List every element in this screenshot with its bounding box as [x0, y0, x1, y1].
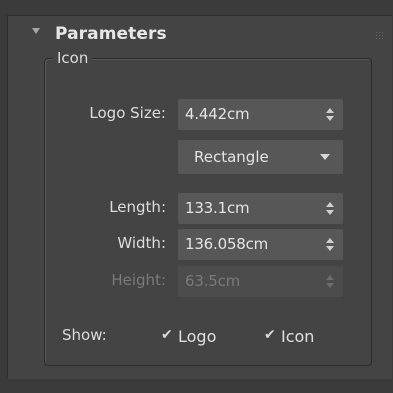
height-label: Height:	[111, 271, 166, 289]
collapse-arrow-icon[interactable]	[32, 28, 40, 34]
length-value[interactable]: 133.1cm	[185, 199, 250, 217]
spin-up-icon[interactable]	[326, 238, 334, 243]
spin-up-icon[interactable]	[326, 202, 334, 207]
logo-size-label: Logo Size:	[89, 104, 166, 122]
width-spin-arrows-icon[interactable]	[326, 238, 334, 251]
logo-size-value[interactable]: 4.442cm	[185, 105, 250, 123]
length-label: Length:	[109, 198, 166, 216]
height-spin-arrows-icon	[326, 275, 334, 288]
shape-dropdown-value[interactable]: Rectangle	[194, 148, 269, 166]
chevron-down-icon[interactable]	[320, 154, 330, 160]
width-value[interactable]: 136.058cm	[185, 235, 268, 253]
icon-group-label: Icon	[53, 49, 93, 67]
rollout-header[interactable]: Parameters	[8, 16, 392, 52]
checkmark-icon: ✔	[264, 327, 276, 343]
logo-size-spin-arrows-icon[interactable]	[326, 108, 334, 121]
grip-icon[interactable]	[375, 31, 384, 40]
logo-checkbox-label[interactable]: Logo	[178, 327, 216, 346]
height-spinner: 63.5cm	[178, 266, 343, 297]
icon-checkbox-label[interactable]: Icon	[281, 327, 314, 346]
spin-down-icon[interactable]	[326, 246, 334, 251]
shape-dropdown[interactable]: Rectangle	[178, 140, 343, 174]
logo-size-spinner[interactable]: 4.442cm	[178, 99, 343, 130]
spin-down-icon[interactable]	[326, 210, 334, 215]
show-label: Show:	[62, 326, 107, 344]
length-spinner[interactable]: 133.1cm	[178, 193, 343, 224]
logo-checkbox[interactable]: ✔	[160, 327, 174, 344]
rollout-title[interactable]: Parameters	[55, 24, 167, 44]
height-value: 63.5cm	[185, 272, 241, 290]
length-spin-arrows-icon[interactable]	[326, 202, 334, 215]
spin-down-icon	[326, 283, 334, 288]
width-label: Width:	[117, 234, 166, 252]
spin-up-icon	[326, 275, 334, 280]
icon-checkbox[interactable]: ✔	[263, 327, 277, 344]
spin-down-icon[interactable]	[326, 116, 334, 121]
width-spinner[interactable]: 136.058cm	[178, 229, 343, 260]
checkmark-icon: ✔	[161, 327, 173, 343]
spin-up-icon[interactable]	[326, 108, 334, 113]
